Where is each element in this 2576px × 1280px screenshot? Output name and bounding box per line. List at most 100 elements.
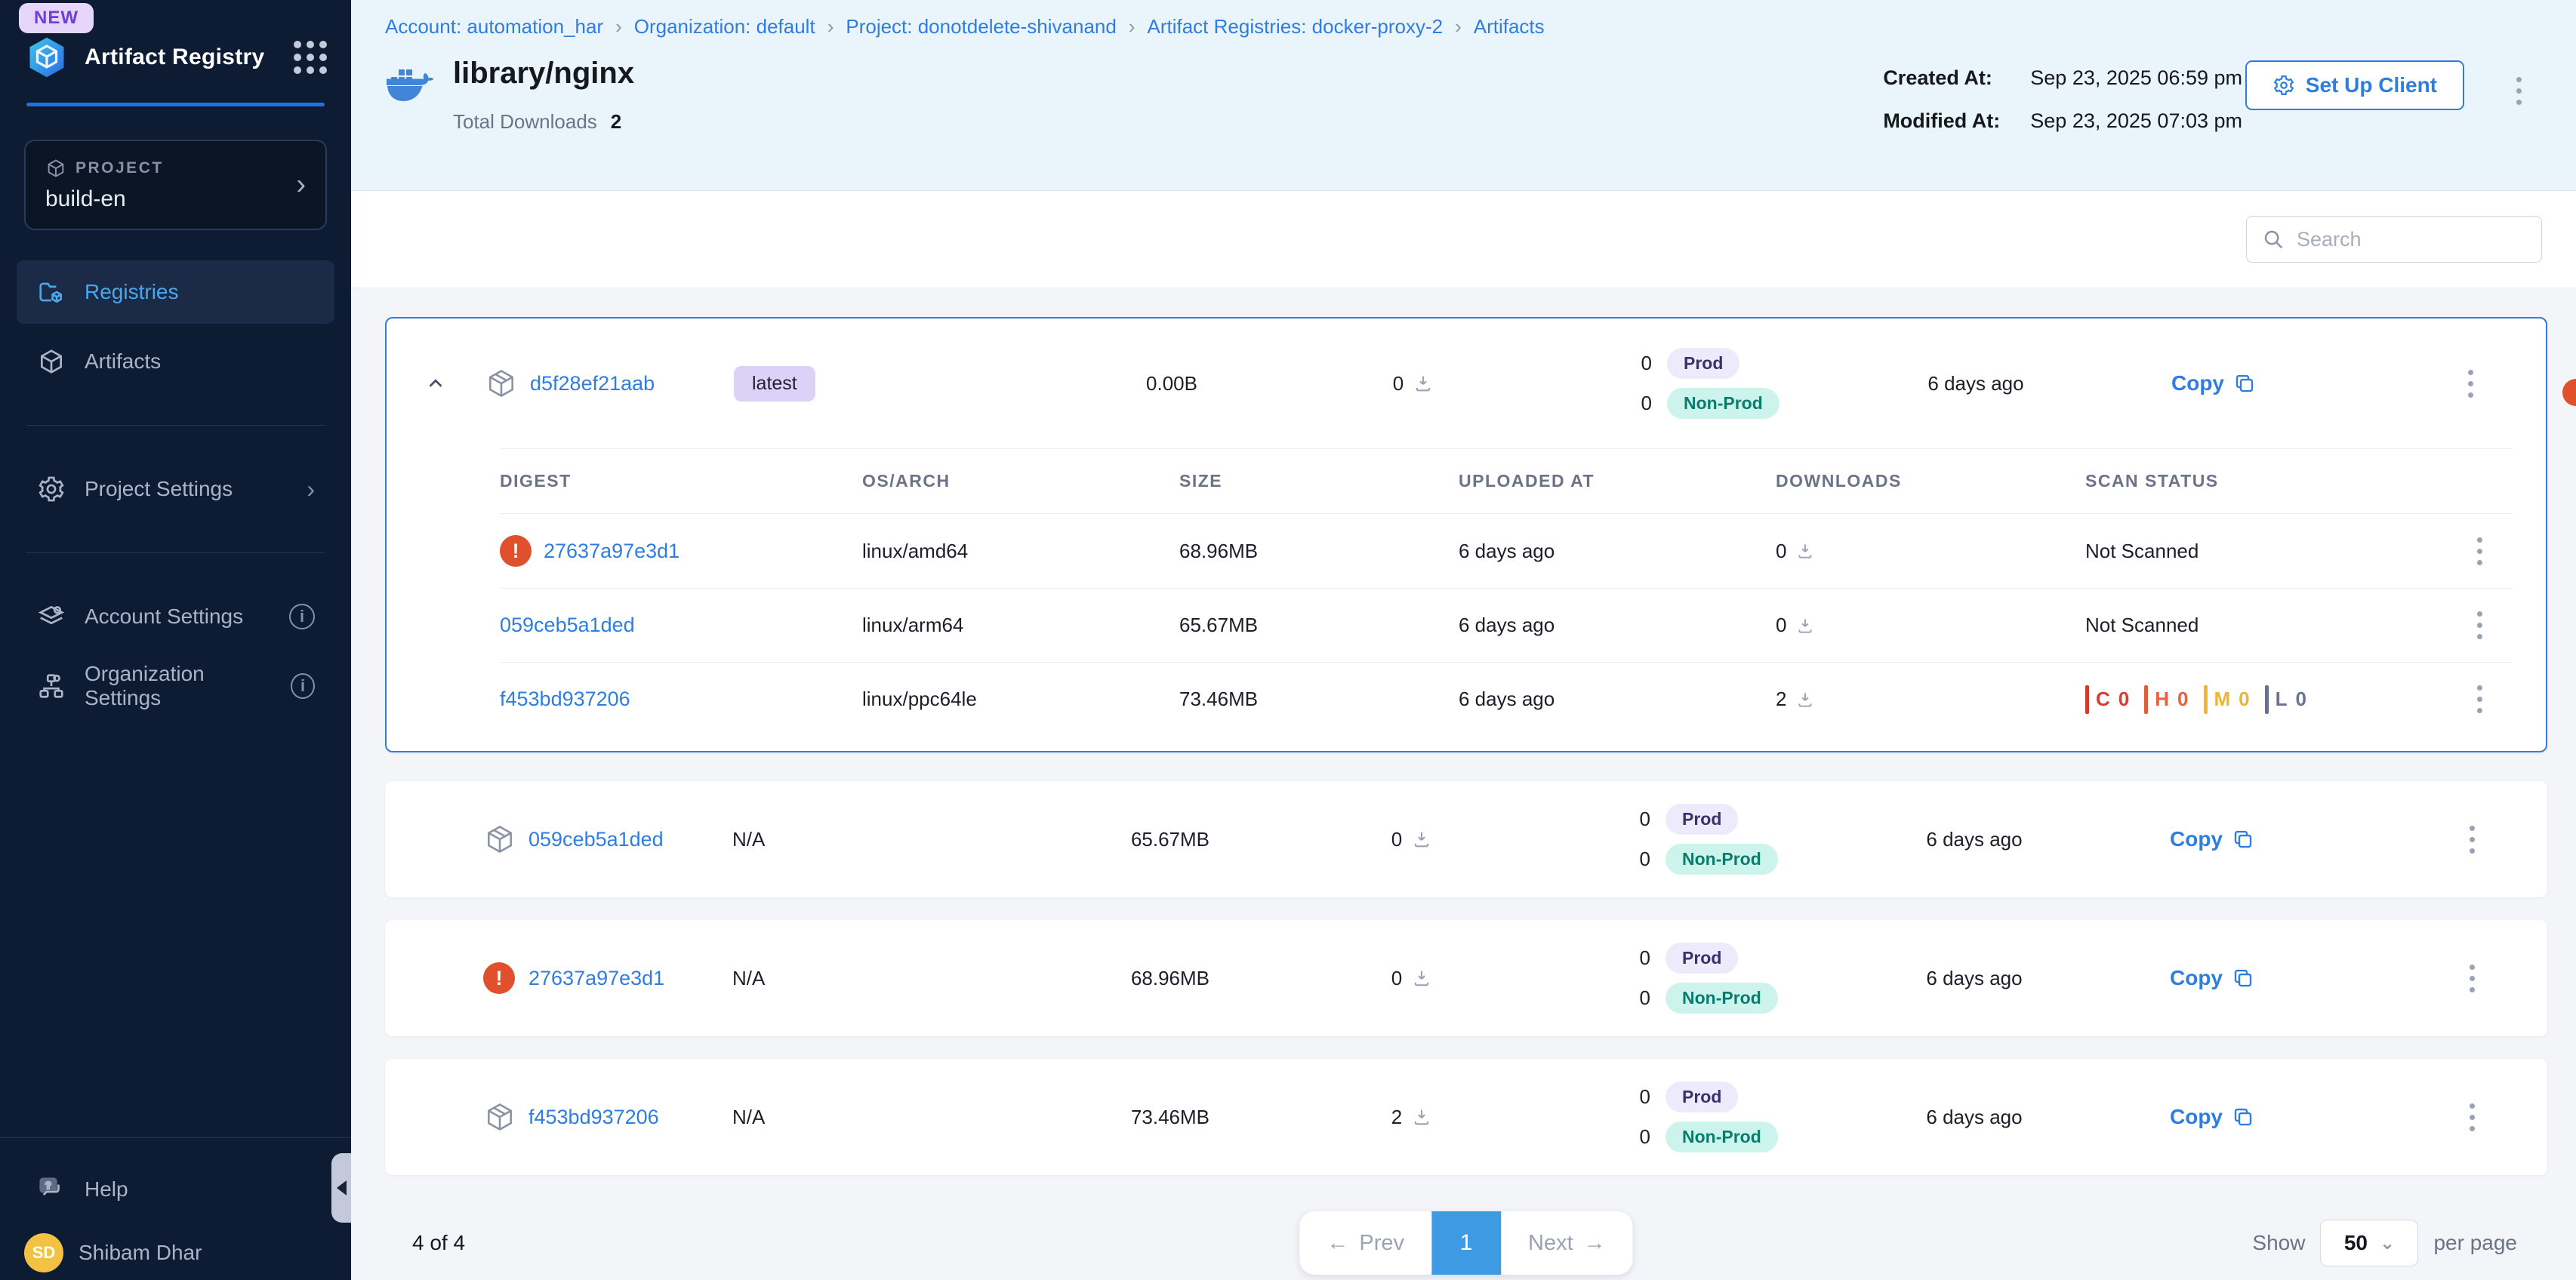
breadcrumb-separator: › (827, 15, 834, 38)
info-icon[interactable]: i (291, 673, 315, 699)
row-kebab-menu[interactable] (2462, 957, 2482, 1000)
search-icon (2262, 228, 2285, 251)
version-name-link[interactable]: 27637a97e3d1 (528, 967, 732, 990)
page-header: Account: automation_har › Organization: … (351, 0, 2576, 191)
col-digest: DIGEST (500, 471, 862, 491)
chevron-down-icon: ⌄ (2380, 1232, 2395, 1254)
sidebar-item-artifacts[interactable]: Artifacts (17, 330, 334, 393)
sidebar-item-help[interactable]: ? Help (17, 1158, 334, 1221)
search-input[interactable] (2297, 228, 2526, 251)
copy-label: Copy (2170, 1105, 2223, 1129)
digest-link[interactable]: f453bd937206 (500, 688, 630, 711)
modified-at-label: Modified At: (1883, 109, 2000, 133)
sidebar-item-project-settings[interactable]: Project Settings › (17, 457, 334, 521)
package-icon (483, 823, 528, 856)
user-menu[interactable]: SD Shibam Dhar (0, 1221, 351, 1275)
new-badge: NEW (19, 3, 94, 33)
row-kebab-menu[interactable] (2470, 530, 2490, 573)
digest-scan-status: Not Scanned (2085, 614, 2387, 637)
version-downloads: 0 (1393, 372, 1404, 395)
digest-downloads: 2 (1776, 688, 1786, 711)
version-tag: N/A (732, 828, 1042, 851)
copy-link[interactable]: Copy (2170, 827, 2254, 851)
row-kebab-menu[interactable] (2470, 678, 2490, 721)
digest-os-arch: linux/ppc64le (862, 688, 1179, 711)
version-name-link[interactable]: d5f28ef21aab (530, 372, 734, 395)
version-tag-badge: latest (734, 366, 815, 402)
row-kebab-menu[interactable] (2470, 604, 2490, 647)
row-kebab-menu[interactable] (2462, 818, 2482, 861)
version-name-link[interactable]: f453bd937206 (528, 1106, 732, 1129)
version-downloads: 0 (1391, 828, 1402, 851)
sidebar-nav: Registries Artifacts (17, 260, 334, 393)
breadcrumb-project[interactable]: Project: donotdelete-shivanand (846, 15, 1116, 38)
svg-text:?: ? (45, 1180, 51, 1191)
copy-link[interactable]: Copy (2171, 371, 2256, 395)
page-size-select[interactable]: 50 ⌄ (2320, 1220, 2418, 1266)
environment-counts: 0Prod 0Non-Prod (1525, 1082, 1850, 1152)
digest-size: 65.67MB (1179, 614, 1459, 637)
version-row[interactable]: f453bd937206 N/A 73.46MB 2 0Prod 0Non-Pr… (385, 1059, 2547, 1175)
breadcrumb-organization[interactable]: Organization: default (634, 15, 815, 38)
version-modified-time: 6 days ago (1851, 372, 2100, 395)
digest-link[interactable]: 27637a97e3d1 (544, 540, 679, 563)
pagination-controls: ← Prev 1 Next → (1299, 1211, 1632, 1275)
app-title: Artifact Registry (85, 45, 265, 70)
module-grid-icon[interactable] (294, 41, 327, 74)
modified-at-value: Sep 23, 2025 07:03 pm (2030, 109, 2242, 133)
download-icon (1413, 373, 1434, 394)
digest-uploaded: 6 days ago (1459, 540, 1776, 563)
digest-link[interactable]: 059ceb5a1ded (500, 614, 635, 637)
version-tag: N/A (732, 967, 1042, 990)
version-row[interactable]: d5f28ef21aab latest 0.00B 0 0 (387, 318, 2546, 448)
info-icon[interactable]: i (289, 604, 315, 629)
nonprod-count: 0 (1625, 392, 1652, 415)
version-row[interactable]: ! 27637a97e3d1 N/A 68.96MB 0 0Prod 0Non-… (385, 920, 2547, 1036)
layers-icon (36, 602, 66, 632)
digest-row[interactable]: 059ceb5a1ded linux/arm64 65.67MB 6 days … (500, 588, 2513, 662)
row-kebab-menu[interactable] (2460, 362, 2481, 405)
copy-link[interactable]: Copy (2170, 966, 2254, 990)
next-page-button[interactable]: Next → (1501, 1211, 1633, 1275)
sidebar-item-organization-settings[interactable]: Organization Settings i (17, 654, 334, 718)
page-size-value: 50 (2344, 1231, 2368, 1255)
prev-page-button[interactable]: ← Prev (1299, 1211, 1431, 1275)
org-chart-icon (36, 671, 66, 701)
toolbar (351, 191, 2576, 288)
sidebar-item-registries[interactable]: Registries (17, 260, 334, 324)
sidebar-item-label: Project Settings (85, 477, 233, 501)
digest-row[interactable]: f453bd937206 linux/ppc64le 73.46MB 6 day… (500, 662, 2513, 736)
breadcrumb-account[interactable]: Account: automation_har (385, 15, 603, 38)
version-row[interactable]: 059ceb5a1ded N/A 65.67MB 0 0Prod 0Non-Pr… (385, 781, 2547, 897)
copy-link[interactable]: Copy (2170, 1105, 2254, 1129)
copy-label: Copy (2171, 371, 2224, 395)
sidebar-item-label: Organization Settings (85, 662, 273, 710)
project-label: PROJECT (75, 159, 164, 177)
digest-downloads: 0 (1776, 540, 1786, 563)
version-size: 73.46MB (1042, 1106, 1299, 1129)
breadcrumb-artifacts[interactable]: Artifacts (1474, 15, 1545, 38)
digest-row[interactable]: ! 27637a97e3d1 linux/amd64 68.96MB 6 day… (500, 514, 2513, 588)
header-kebab-menu[interactable] (2509, 69, 2529, 112)
version-modified-time: 6 days ago (1850, 828, 2099, 851)
pagination-bar: 4 of 4 ← Prev 1 Next → Show 50 (385, 1207, 2547, 1279)
digest-table: DIGEST OS/ARCH SIZE UPLOADED AT DOWNLOAD… (500, 448, 2513, 736)
row-kebab-menu[interactable] (2462, 1096, 2482, 1139)
breadcrumb-separator: › (1455, 15, 1462, 38)
version-name-link[interactable]: 059ceb5a1ded (528, 828, 732, 851)
collapse-chevron-icon[interactable] (387, 372, 485, 395)
copy-icon (2232, 1106, 2254, 1128)
project-selector[interactable]: PROJECT build-en › (24, 140, 327, 230)
sidebar-item-account-settings[interactable]: Account Settings i (17, 585, 334, 648)
breadcrumb-registry[interactable]: Artifact Registries: docker-proxy-2 (1148, 15, 1444, 38)
setup-client-button[interactable]: Set Up Client (2245, 60, 2464, 110)
page-number-button[interactable]: 1 (1431, 1211, 1501, 1275)
sidebar-divider (0, 1137, 351, 1138)
version-size: 0.00B (1043, 372, 1300, 395)
sidebar-divider (26, 425, 325, 426)
chevron-right-icon: › (296, 169, 306, 202)
version-size: 65.67MB (1042, 828, 1299, 851)
sidebar-collapse-handle[interactable] (331, 1153, 351, 1223)
sidebar-item-label: Registries (85, 280, 178, 304)
digest-downloads: 0 (1776, 614, 1786, 637)
